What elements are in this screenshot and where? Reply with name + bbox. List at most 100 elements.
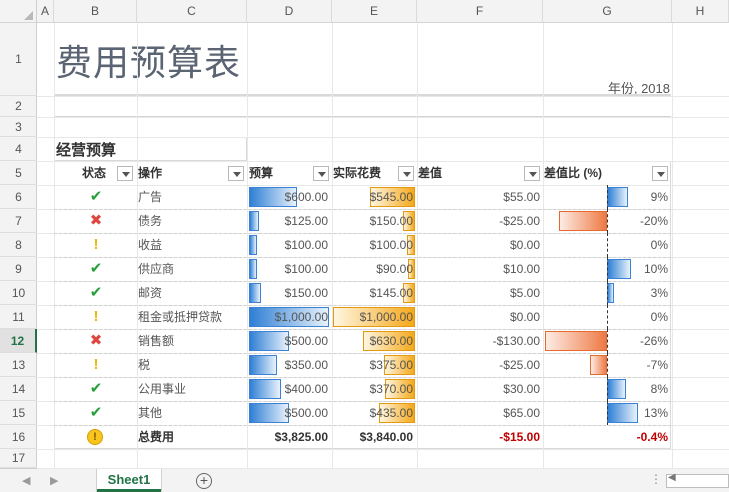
diff-pct-cell[interactable]: -0.4% <box>544 425 668 449</box>
diff-cell[interactable]: $5.00 <box>418 281 540 305</box>
budget-cell[interactable]: $350.00 <box>249 353 328 377</box>
row-header-2[interactable]: 2 <box>0 96 37 117</box>
header-budget: 预算 <box>249 166 274 180</box>
add-sheet-icon[interactable]: + <box>196 473 212 489</box>
operation-cell[interactable]: 税 <box>138 353 150 377</box>
filter-dropdown-actual[interactable] <box>398 166 414 181</box>
actual-cell[interactable]: $375.00 <box>333 353 413 377</box>
next-sheet-icon[interactable]: ▶ <box>50 474 58 487</box>
filter-dropdown-budget[interactable] <box>313 166 329 181</box>
diff-cell[interactable]: -$15.00 <box>418 425 540 449</box>
budget-cell[interactable]: $100.00 <box>249 257 328 281</box>
row-header-15[interactable]: 15 <box>0 401 37 425</box>
row-header-14[interactable]: 14 <box>0 377 37 401</box>
row-header-4[interactable]: 4 <box>0 137 37 161</box>
sheet-tab-bar: ◀ ▶ Sheet1 + ⋮ ◀ <box>0 468 729 492</box>
warning-icon: ! <box>93 308 99 325</box>
row-header-6[interactable]: 6 <box>0 185 37 209</box>
column-header-b[interactable]: B <box>54 0 137 23</box>
budget-cell[interactable]: $500.00 <box>249 329 328 353</box>
actual-cell[interactable]: $630.00 <box>333 329 413 353</box>
operation-cell[interactable]: 债务 <box>138 209 162 233</box>
column-header-c[interactable]: C <box>137 0 247 23</box>
actual-cell[interactable]: $545.00 <box>333 185 413 209</box>
operation-cell[interactable]: 其他 <box>138 401 162 425</box>
diff-pct-cell[interactable]: 0% <box>544 305 668 329</box>
budget-cell[interactable]: $600.00 <box>249 185 328 209</box>
diff-pct-cell[interactable]: 10% <box>544 257 668 281</box>
diff-cell[interactable]: $55.00 <box>418 185 540 209</box>
operation-cell[interactable]: 销售额 <box>138 329 174 353</box>
row-header-7[interactable]: 7 <box>0 209 37 233</box>
diff-cell[interactable]: -$25.00 <box>418 353 540 377</box>
row-header-8[interactable]: 8 <box>0 233 37 257</box>
operation-cell[interactable]: 租金或抵押贷款 <box>138 305 222 329</box>
row-header-12[interactable]: 12 <box>0 329 37 353</box>
budget-cell[interactable]: $1,000.00 <box>249 305 328 329</box>
row-header-17[interactable]: 17 <box>0 449 37 468</box>
tab-options-icon[interactable]: ⋮ <box>650 472 662 486</box>
diff-cell[interactable]: $0.00 <box>418 233 540 257</box>
actual-cell[interactable]: $1,000.00 <box>333 305 413 329</box>
diff-cell[interactable]: -$130.00 <box>418 329 540 353</box>
actual-cell[interactable]: $90.00 <box>333 257 413 281</box>
operation-cell[interactable]: 公用事业 <box>138 377 186 401</box>
diff-cell[interactable]: $65.00 <box>418 401 540 425</box>
check-icon: ✔ <box>89 380 103 397</box>
row-header-10[interactable]: 10 <box>0 281 37 305</box>
row-header-13[interactable]: 13 <box>0 353 37 377</box>
filter-dropdown-diff-pct[interactable] <box>652 166 668 181</box>
diff-pct-cell[interactable]: 3% <box>544 281 668 305</box>
filter-dropdown-diff[interactable] <box>524 166 540 181</box>
scroll-left-icon[interactable]: ◀ <box>668 472 676 483</box>
column-header-h[interactable]: H <box>672 0 729 23</box>
column-header-e[interactable]: E <box>332 0 417 23</box>
actual-cell[interactable]: $100.00 <box>333 233 413 257</box>
row-header-5[interactable]: 5 <box>0 161 37 185</box>
filter-dropdown-operation[interactable] <box>228 166 244 181</box>
budget-cell[interactable]: $100.00 <box>249 233 328 257</box>
actual-cell[interactable]: $370.00 <box>333 377 413 401</box>
warning-icon: ! <box>93 356 99 373</box>
column-header-d[interactable]: D <box>247 0 332 23</box>
operation-cell[interactable]: 广告 <box>138 185 162 209</box>
column-header-a[interactable]: A <box>37 0 54 23</box>
operation-cell[interactable]: 收益 <box>138 233 162 257</box>
actual-cell[interactable]: $145.00 <box>333 281 413 305</box>
row-header-1[interactable]: 1 <box>0 23 37 96</box>
diff-pct-cell[interactable]: 8% <box>544 377 668 401</box>
diff-pct-cell[interactable]: 0% <box>544 233 668 257</box>
diff-cell[interactable]: $0.00 <box>418 305 540 329</box>
actual-cell[interactable]: $3,840.00 <box>333 425 413 449</box>
diff-pct-cell[interactable]: -26% <box>544 329 668 353</box>
filter-dropdown-status[interactable] <box>117 166 133 181</box>
sheet-tab-sheet1[interactable]: Sheet1 <box>96 469 162 492</box>
warning-circle-icon: ! <box>87 429 103 445</box>
prev-sheet-icon[interactable]: ◀ <box>22 474 30 487</box>
column-header-g[interactable]: G <box>543 0 672 23</box>
budget-cell[interactable]: $400.00 <box>249 377 328 401</box>
check-icon: ✔ <box>89 284 103 301</box>
row-header-16[interactable]: 16 <box>0 425 37 449</box>
diff-pct-cell[interactable]: 9% <box>544 185 668 209</box>
column-header-f[interactable]: F <box>417 0 543 23</box>
budget-cell[interactable]: $500.00 <box>249 401 328 425</box>
operation-cell[interactable]: 总费用 <box>138 425 174 449</box>
budget-cell[interactable]: $150.00 <box>249 281 328 305</box>
diff-pct-cell[interactable]: -7% <box>544 353 668 377</box>
operation-cell[interactable]: 邮资 <box>138 281 162 305</box>
budget-cell[interactable]: $125.00 <box>249 209 328 233</box>
actual-cell[interactable]: $435.00 <box>333 401 413 425</box>
diff-pct-cell[interactable]: 13% <box>544 401 668 425</box>
diff-cell[interactable]: $30.00 <box>418 377 540 401</box>
row-header-9[interactable]: 9 <box>0 257 37 281</box>
operation-cell[interactable]: 供应商 <box>138 257 174 281</box>
diff-pct-cell[interactable]: -20% <box>544 209 668 233</box>
select-all-corner[interactable] <box>0 0 37 23</box>
actual-cell[interactable]: $150.00 <box>333 209 413 233</box>
row-header-3[interactable]: 3 <box>0 117 37 137</box>
budget-cell[interactable]: $3,825.00 <box>249 425 328 449</box>
row-header-11[interactable]: 11 <box>0 305 37 329</box>
diff-cell[interactable]: $10.00 <box>418 257 540 281</box>
diff-cell[interactable]: -$25.00 <box>418 209 540 233</box>
